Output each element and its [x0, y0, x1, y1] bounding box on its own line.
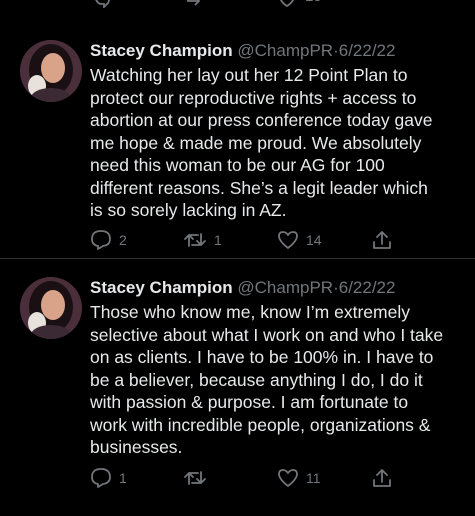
reply-icon — [90, 229, 112, 251]
share-button[interactable] — [371, 467, 393, 489]
reply-count: 1 — [119, 470, 127, 486]
tweet-actions: 1 11 — [90, 467, 400, 489]
tweet-actions: 2 1 14 — [90, 229, 400, 251]
like-icon — [277, 229, 299, 251]
author-handle[interactable]: @ChampPR — [237, 278, 333, 297]
retweet-icon[interactable] — [184, 0, 206, 8]
share-icon[interactable] — [371, 0, 391, 8]
retweet-icon — [183, 229, 207, 251]
tweet-text: Those who know me, know I’m extremely se… — [90, 302, 444, 457]
tweet-date[interactable]: 6/22/22 — [339, 278, 396, 297]
like-count: 14 — [306, 232, 322, 248]
share-icon — [371, 229, 393, 251]
tweet-date[interactable]: 6/22/22 — [339, 41, 396, 60]
author-name[interactable]: Stacey Champion — [90, 41, 233, 60]
reply-icon[interactable] — [92, 0, 112, 8]
like-icon — [277, 467, 299, 489]
tweet-text: Watching her lay out her 12 Point Plan t… — [90, 65, 433, 220]
tweet-header: Stacey Champion @ChampPR·6/22/22 — [90, 40, 462, 62]
author-name[interactable]: Stacey Champion — [90, 278, 233, 297]
reply-count: 2 — [119, 232, 127, 248]
like-icon[interactable] — [277, 0, 297, 8]
share-icon — [371, 467, 393, 489]
retweet-button[interactable] — [183, 467, 214, 489]
retweet-count: 1 — [214, 232, 222, 248]
avatar[interactable] — [20, 40, 82, 102]
like-count: 15 — [305, 0, 322, 5]
share-button[interactable] — [371, 229, 393, 251]
previous-tweet-actions: 15 — [0, 0, 475, 8]
divider — [0, 258, 475, 259]
like-button[interactable]: 11 — [277, 467, 321, 489]
like-button[interactable]: 14 — [277, 229, 322, 251]
like-count: 11 — [306, 470, 321, 486]
retweet-icon — [183, 467, 207, 489]
reply-button[interactable]: 1 — [90, 467, 127, 489]
avatar[interactable] — [20, 277, 82, 339]
reply-button[interactable]: 2 — [90, 229, 127, 251]
reply-icon — [90, 467, 112, 489]
author-handle[interactable]: @ChampPR — [237, 41, 333, 60]
tweet-header: Stacey Champion @ChampPR·6/22/22 — [90, 277, 462, 299]
retweet-button[interactable]: 1 — [183, 229, 222, 251]
